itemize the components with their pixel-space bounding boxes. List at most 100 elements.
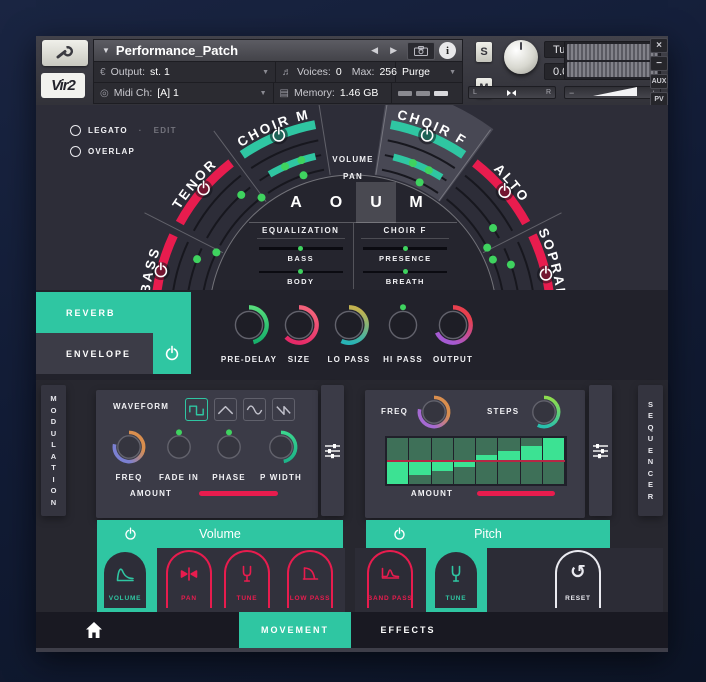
tab-envelope[interactable]: ENVELOPE [36,333,153,374]
tuning-fork-icon [235,561,259,585]
overlap-label: OVERLAP [88,147,135,156]
tab-sequencer[interactable]: SEQUENCER [638,385,663,516]
voices-label: Voices: [297,66,331,78]
aux-button[interactable]: AUX [650,74,668,89]
tuning-fork-icon [444,561,468,585]
power-icon[interactable] [392,527,407,542]
volume-envelope-icon [113,561,137,585]
master-tune-knob[interactable] [504,40,538,74]
mod-mixer-button[interactable] [321,385,344,516]
vowel-a-button[interactable]: A [276,182,316,223]
kontakt-header: Vir2 ▼ Performance_Patch ◀ ▶ i € [36,36,668,105]
seq-freq-knob[interactable] [400,393,468,436]
pan-destination-button[interactable]: PAN [166,550,212,608]
power-icon[interactable] [123,527,138,542]
seq-steps-knob[interactable] [510,393,578,436]
step-sequencer-grid[interactable] [385,436,567,486]
seq-amount-label: AMOUNT [397,489,467,498]
pulse-width-knob[interactable]: P WIDTH [251,428,311,482]
patch-title[interactable]: Performance_Patch [116,43,365,58]
mod-amount-label: AMOUNT [116,489,186,498]
patch-title-row: ▼ Performance_Patch ◀ ▶ i [94,40,462,62]
vir2-logo: Vir2 [41,73,85,98]
pan-slider[interactable]: L R [468,86,556,99]
info-button[interactable]: i [439,42,456,59]
tab-effects[interactable]: EFFECTS [367,612,449,648]
tab-movement[interactable]: MOVEMENT [239,612,351,648]
volume-destination-button[interactable]: VOLUME [102,550,148,608]
overlap-radio-icon[interactable] [70,146,81,157]
midi-channel-select[interactable]: ◎ Midi Ch: [A] 1 ▼ [94,83,274,103]
minimize-icon[interactable]: − [650,56,668,71]
home-button[interactable] [84,621,106,639]
seq-mixer-button[interactable] [589,385,612,516]
bass-slider[interactable] [259,247,343,250]
close-icon[interactable]: × [650,38,668,53]
breath-slider-label: BREATH [386,277,425,286]
choir-f-column: CHOIR F PRESENCE BREATH [353,223,458,289]
waveform-selector [185,398,295,421]
solo-button[interactable]: S [476,42,492,62]
volume-slider[interactable]: − + [564,86,661,99]
seq-target-label: Pitch [474,527,502,541]
reset-button[interactable]: ↺ RESET [555,550,601,608]
seq-target-bar[interactable]: Pitch [366,520,610,548]
vowel-o-button[interactable]: O [316,182,356,223]
pan-handle-icon[interactable] [506,88,516,97]
legato-toggle[interactable]: LEGATO · EDIT [70,125,177,136]
square-wave-button[interactable] [185,398,208,421]
saw-wave-button[interactable] [272,398,295,421]
pan-left-label: L [473,89,477,96]
seq-tune-destination-button[interactable]: TUNE [433,550,479,608]
legato-label: LEGATO [88,126,128,135]
lowpass-filter-icon [298,561,322,585]
patch-dropdown-icon[interactable]: ▼ [102,46,110,55]
voices-icon: ♬ [282,67,292,78]
output-knob[interactable]: OUTPUT [418,302,488,364]
vowel-m-button[interactable]: M [396,182,436,223]
tab-reverb[interactable]: REVERB [36,292,191,333]
plugin-window: Vir2 ▼ Performance_Patch ◀ ▶ i € [36,36,668,652]
legato-edit-link[interactable]: EDIT [154,126,177,135]
output-select[interactable]: € Output: st. 1 ▼ [94,62,276,82]
bandpass-filter-icon [378,561,402,585]
bottom-nav [36,612,668,648]
vowel-u-button[interactable]: U [356,182,396,223]
midi-label: Midi Ch: [114,87,153,99]
purge-menu[interactable]: Purge ▼ [396,62,462,82]
snapshot-button[interactable] [407,42,435,60]
edit-separator: · [139,126,143,135]
next-patch-icon[interactable]: ▶ [384,45,403,56]
breath-slider[interactable] [363,271,447,274]
equalization-column: EQUALIZATION BASS BODY [249,223,353,289]
equalization-title: EQUALIZATION [257,226,345,239]
phase-knob[interactable]: PHASE [199,428,259,482]
overlap-toggle[interactable]: OVERLAP [70,146,135,157]
reverb-power-button[interactable] [153,333,191,374]
legato-radio-icon[interactable] [70,125,81,136]
triangle-wave-button[interactable] [214,398,237,421]
wrench-button[interactable] [42,40,88,66]
vowel-selector: A O U M [276,182,436,223]
tab-modulation[interactable]: MODULATION [41,385,66,516]
memory-label: Memory: [294,87,335,99]
lowpass-destination-button[interactable]: LOW PASS [287,550,333,608]
volume-wedge-handle[interactable] [593,87,637,96]
cpu-meter-dashes [398,91,448,96]
max-label: Max: [352,66,375,78]
presence-slider[interactable] [363,247,447,250]
wrench-icon [55,46,75,60]
mod-target-bar[interactable]: Volume [97,520,343,548]
bandpass-destination-button[interactable]: BAND PASS [367,550,413,608]
sine-wave-button[interactable] [243,398,266,421]
memory-value: 1.46 GB [340,87,379,99]
body-slider[interactable] [259,271,343,274]
minimeter-cell [392,83,462,103]
mod-amount-slider[interactable] [199,491,278,496]
bottom-trim [36,648,668,652]
output-dropdown-icon: ▼ [262,69,269,76]
tune-destination-button[interactable]: TUNE [224,550,270,608]
faders-icon [592,443,609,459]
seq-amount-slider[interactable] [477,491,555,496]
prev-patch-icon[interactable]: ◀ [365,45,384,56]
